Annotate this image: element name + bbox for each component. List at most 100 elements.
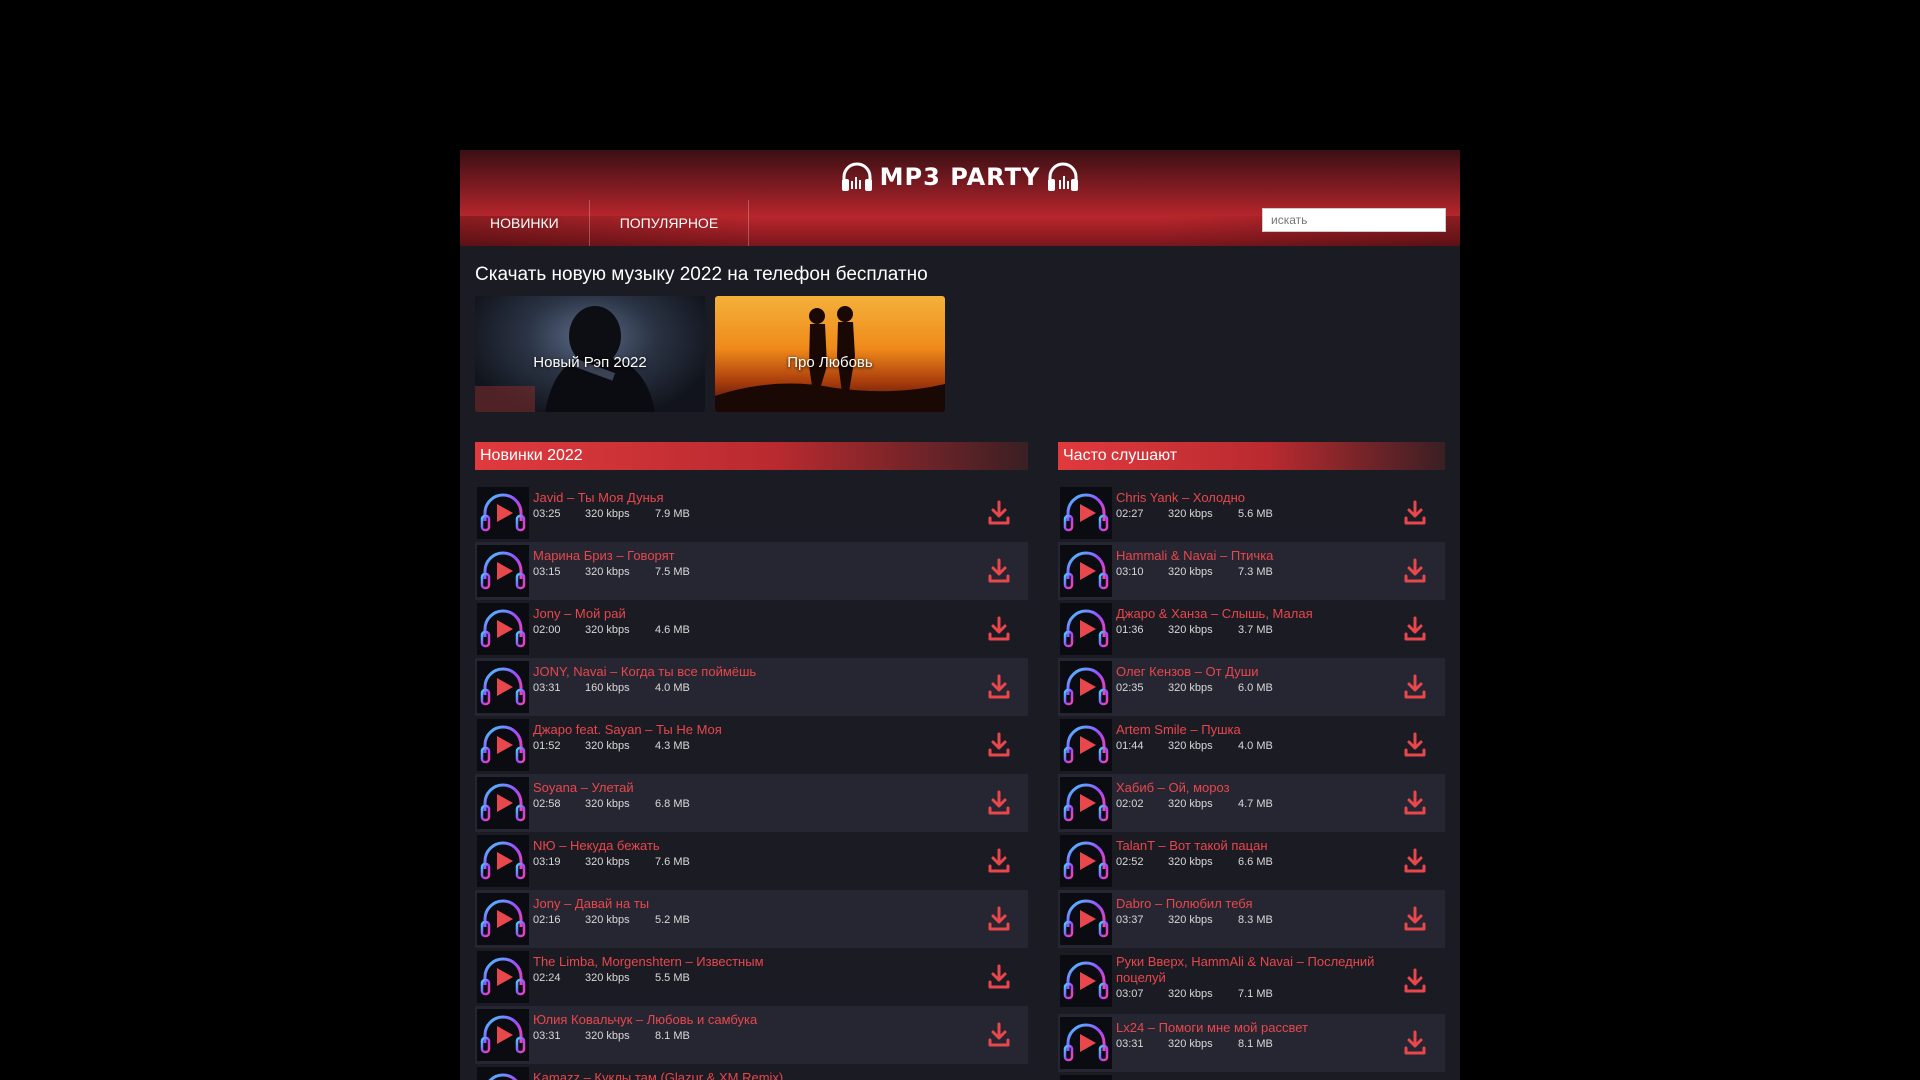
track-meta: 03:15 320 kbps 7.5 MB <box>533 566 968 578</box>
play-headphones-icon[interactable] <box>1060 777 1112 829</box>
track-bitrate: 320 kbps <box>585 972 630 984</box>
download-icon[interactable] <box>987 848 1011 874</box>
download-icon[interactable] <box>987 674 1011 700</box>
download-icon[interactable] <box>987 964 1011 990</box>
track-title[interactable]: JONY, Navai – Когда ты все поймёшь <box>533 664 968 680</box>
download-icon[interactable] <box>987 558 1011 584</box>
track-size: 7.3 MB <box>1238 566 1273 578</box>
play-headphones-icon[interactable] <box>1060 955 1112 1007</box>
track-info: Джаро feat. Sayan – Ты Не Моя 01:52 320 … <box>533 722 968 752</box>
play-headphones-icon[interactable] <box>477 1067 529 1080</box>
play-headphones-icon[interactable] <box>1060 1017 1112 1069</box>
new-track-list: Javid – Ты Моя Дунья 03:25 320 kbps 7.9 … <box>475 484 1028 1080</box>
track-title[interactable]: Jony – Давай на ты <box>533 896 968 912</box>
download-icon[interactable] <box>987 906 1011 932</box>
track-size: 4.7 MB <box>1238 798 1273 810</box>
download-icon[interactable] <box>1403 674 1427 700</box>
download-icon[interactable] <box>1403 848 1427 874</box>
download-icon[interactable] <box>1403 1030 1427 1056</box>
track-info: Хабиб – Ой, мороз 02:02 320 kbps 4.7 MB <box>1116 780 1385 810</box>
track-duration: 01:52 <box>533 740 561 752</box>
track-row: Kamazz – Куклы там (Glazur & XM Remix) <box>475 1064 1028 1080</box>
track-bitrate: 160 kbps <box>585 682 630 694</box>
track-bitrate: 320 kbps <box>585 624 630 636</box>
track-size: 5.5 MB <box>655 972 690 984</box>
download-icon[interactable] <box>987 732 1011 758</box>
nav-item-popular[interactable]: ПОПУЛЯРНОЕ <box>590 200 750 246</box>
track-row: Джаро & Ханза – Слышь, Малая 01:36 320 k… <box>1058 600 1445 658</box>
track-meta: 03:10 320 kbps 7.3 MB <box>1116 566 1385 578</box>
play-headphones-icon[interactable] <box>477 487 529 539</box>
play-headphones-icon[interactable] <box>477 719 529 771</box>
play-headphones-icon[interactable] <box>1060 487 1112 539</box>
track-duration: 02:24 <box>533 972 561 984</box>
play-headphones-icon[interactable] <box>1060 1075 1112 1080</box>
play-headphones-icon[interactable] <box>477 1009 529 1061</box>
download-icon[interactable] <box>987 1022 1011 1048</box>
play-headphones-icon[interactable] <box>1060 545 1112 597</box>
play-headphones-icon[interactable] <box>1060 893 1112 945</box>
download-icon[interactable] <box>987 616 1011 642</box>
track-title[interactable]: Руки Вверх, HammAli & Navai – Последний … <box>1116 954 1385 986</box>
track-title[interactable]: Хабиб – Ой, мороз <box>1116 780 1385 796</box>
track-row: Джаро feat. Sayan – Ты Не Моя 01:52 320 … <box>475 716 1028 774</box>
track-row: Юлия Ковальчук – Любовь и самбука 03:31 … <box>475 1006 1028 1064</box>
track-title[interactable]: Javid – Ты Моя Дунья <box>533 490 968 506</box>
download-icon[interactable] <box>1403 500 1427 526</box>
new-section-header: Новинки 2022 <box>475 442 1028 470</box>
download-icon[interactable] <box>1403 732 1427 758</box>
play-headphones-icon[interactable] <box>1060 719 1112 771</box>
download-icon[interactable] <box>1403 558 1427 584</box>
site-container: MP3 PARTY НОВИНКИ ПОПУЛЯРНОЕ Скачать нов… <box>460 150 1460 1080</box>
track-size: 5.6 MB <box>1238 508 1273 520</box>
track-meta: 03:31 320 kbps 8.1 MB <box>533 1030 968 1042</box>
track-title[interactable]: Олег Кензов – От Души <box>1116 664 1385 680</box>
track-meta: 01:44 320 kbps 4.0 MB <box>1116 740 1385 752</box>
play-headphones-icon[interactable] <box>1060 603 1112 655</box>
track-title[interactable]: Джаро & Ханза – Слышь, Малая <box>1116 606 1385 622</box>
track-title[interactable]: Artem Smile – Пушка <box>1116 722 1385 738</box>
track-size: 4.3 MB <box>655 740 690 752</box>
track-title[interactable]: The Limba, Morgenshtern – Известным <box>533 954 968 970</box>
play-headphones-icon[interactable] <box>477 603 529 655</box>
download-icon[interactable] <box>1403 616 1427 642</box>
play-headphones-icon[interactable] <box>477 893 529 945</box>
track-duration: 03:31 <box>533 1030 561 1042</box>
track-title[interactable]: Lx24 – Помоги мне мой рассвет <box>1116 1020 1385 1036</box>
category-card-love[interactable]: Про Любовь <box>715 296 945 412</box>
track-row: The Limba, Morgenshtern – Известным 02:2… <box>475 948 1028 1006</box>
track-bitrate: 320 kbps <box>1168 1038 1213 1050</box>
logo[interactable]: MP3 PARTY <box>460 162 1460 192</box>
track-title[interactable]: Kamazz – Куклы там (Glazur & XM Remix) <box>533 1070 968 1080</box>
download-icon[interactable] <box>1403 968 1427 994</box>
search-input[interactable] <box>1271 213 1437 227</box>
play-headphones-icon[interactable] <box>477 661 529 713</box>
download-icon[interactable] <box>987 790 1011 816</box>
track-title[interactable]: NЮ – Некуда бежать <box>533 838 968 854</box>
play-headphones-icon[interactable] <box>477 951 529 1003</box>
track-title[interactable]: Hammali & Navai – Птичка <box>1116 548 1385 564</box>
play-headphones-icon[interactable] <box>477 777 529 829</box>
track-info: Джаро & Ханза – Слышь, Малая 01:36 320 k… <box>1116 606 1385 636</box>
track-title[interactable]: Юлия Ковальчук – Любовь и самбука <box>533 1012 968 1028</box>
track-size: 7.1 MB <box>1238 988 1273 1000</box>
nav-item-new[interactable]: НОВИНКИ <box>460 200 590 246</box>
search-box <box>1262 208 1446 232</box>
play-headphones-icon[interactable] <box>477 545 529 597</box>
track-duration: 01:36 <box>1116 624 1144 636</box>
track-title[interactable]: TalanT – Вот такой пацан <box>1116 838 1385 854</box>
download-icon[interactable] <box>1403 906 1427 932</box>
track-title[interactable]: Dabro – Полюбил тебя <box>1116 896 1385 912</box>
play-headphones-icon[interactable] <box>477 835 529 887</box>
play-headphones-icon[interactable] <box>1060 835 1112 887</box>
track-title[interactable]: Jony – Мой рай <box>533 606 968 622</box>
track-title[interactable]: Марина Бриз – Говорят <box>533 548 968 564</box>
download-icon[interactable] <box>1403 790 1427 816</box>
download-icon[interactable] <box>987 500 1011 526</box>
track-title[interactable]: Chris Yank – Холодно <box>1116 490 1385 506</box>
track-title[interactable]: Soyana – Улетай <box>533 780 968 796</box>
track-title[interactable]: Джаро feat. Sayan – Ты Не Моя <box>533 722 968 738</box>
play-headphones-icon[interactable] <box>1060 661 1112 713</box>
category-card-rap[interactable]: Новый Рэп 2022 <box>475 296 705 412</box>
track-row: TalanT – Вот такой пацан 02:52 320 kbps … <box>1058 832 1445 890</box>
